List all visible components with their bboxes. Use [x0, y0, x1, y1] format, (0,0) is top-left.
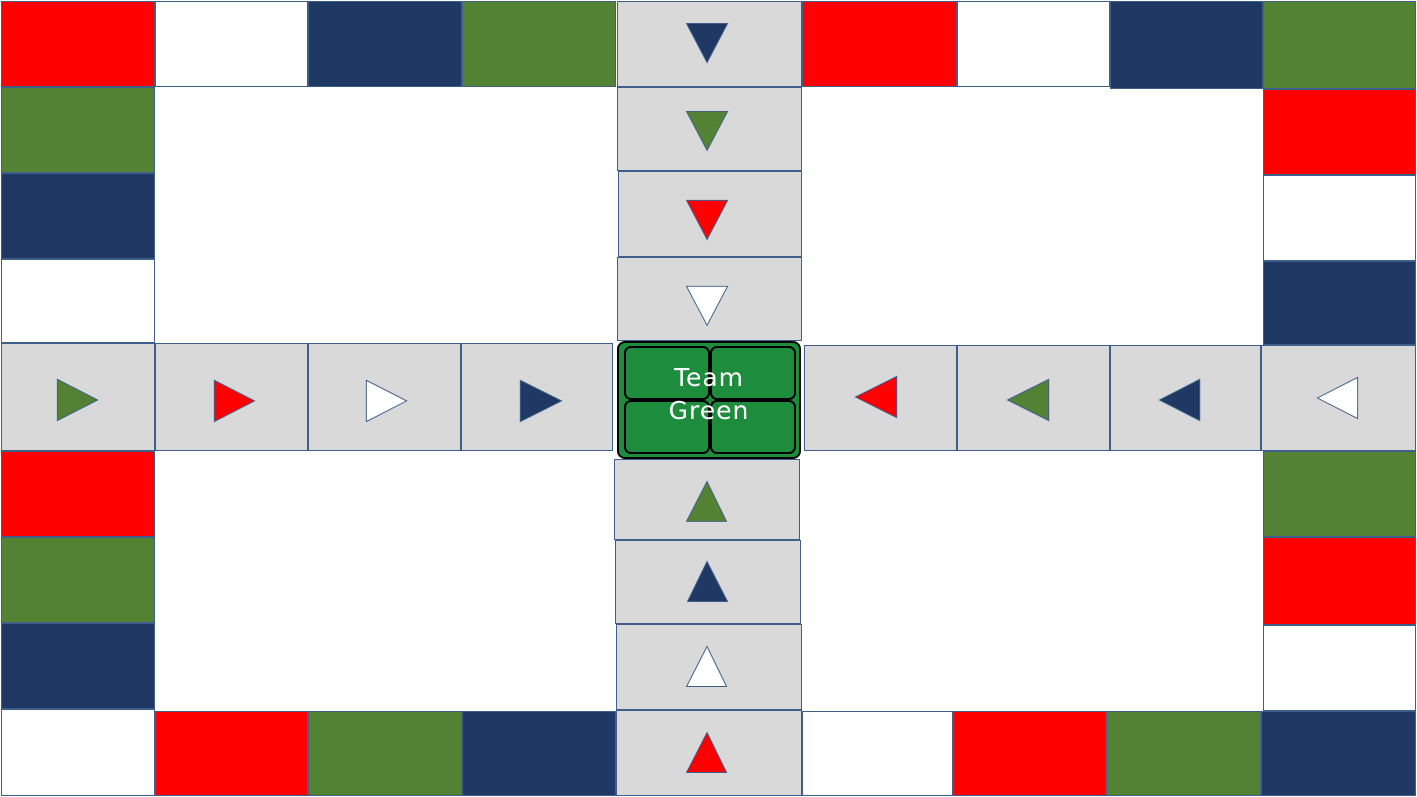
track-square-red[interactable]	[1263, 537, 1416, 625]
track-square-green[interactable]	[308, 711, 462, 796]
track-square-white[interactable]	[1, 259, 155, 343]
arrow-up-white-icon	[685, 645, 728, 688]
track-square-navy[interactable]	[1263, 261, 1416, 345]
lane-square-top[interactable]	[617, 257, 802, 341]
track-square-navy[interactable]	[1110, 1, 1263, 89]
track-square-green[interactable]	[1263, 451, 1416, 537]
track-square-navy[interactable]	[1, 173, 155, 259]
lane-square-right[interactable]	[1261, 345, 1416, 451]
arrow-left-white-icon	[1316, 376, 1359, 420]
arrow-right-red-icon	[213, 379, 256, 423]
track-square-navy[interactable]	[462, 711, 616, 796]
track-square-navy[interactable]	[308, 1, 462, 87]
arrow-right-white-icon	[365, 379, 408, 423]
track-square-green[interactable]	[1263, 1, 1416, 89]
track-square-green[interactable]	[1, 537, 155, 623]
lane-square-top[interactable]	[618, 171, 802, 257]
lane-square-left[interactable]	[308, 343, 461, 451]
track-square-green[interactable]	[1, 87, 155, 173]
game-board: Team Green	[0, 0, 1417, 797]
track-square-green[interactable]	[1106, 711, 1261, 796]
arrow-left-green-icon	[1006, 378, 1050, 422]
track-square-white[interactable]	[957, 1, 1110, 87]
lane-square-left[interactable]	[155, 343, 308, 451]
lane-square-left[interactable]	[1, 343, 155, 451]
arrow-down-white-icon	[685, 285, 729, 327]
track-square-navy[interactable]	[1, 623, 155, 709]
lane-square-bottom[interactable]	[616, 710, 802, 796]
track-square-red[interactable]	[1, 1, 155, 87]
track-square-red[interactable]	[1, 451, 155, 537]
lane-square-right[interactable]	[1110, 345, 1261, 451]
lane-square-left[interactable]	[461, 343, 613, 451]
track-square-red[interactable]	[953, 711, 1106, 796]
track-square-red[interactable]	[802, 1, 957, 87]
team-label-line1: Team	[673, 363, 745, 392]
arrow-down-red-icon	[685, 199, 729, 241]
lane-square-right[interactable]	[957, 345, 1110, 451]
lane-square-right[interactable]	[804, 345, 957, 451]
team-green-home[interactable]: Team Green	[617, 341, 801, 459]
arrow-left-navy-icon	[1158, 378, 1201, 422]
track-square-navy[interactable]	[1261, 711, 1416, 796]
lane-square-bottom[interactable]	[616, 624, 802, 710]
track-square-white[interactable]	[1263, 175, 1416, 261]
arrow-right-navy-icon	[519, 379, 563, 423]
track-square-white[interactable]	[802, 711, 953, 796]
team-label: Team Green	[619, 361, 799, 427]
lane-square-bottom[interactable]	[615, 540, 801, 624]
lane-square-bottom[interactable]	[614, 459, 800, 540]
track-square-green[interactable]	[462, 1, 616, 87]
lane-square-top[interactable]	[617, 1, 802, 87]
lane-square-top[interactable]	[617, 87, 802, 171]
track-square-red[interactable]	[1263, 89, 1416, 175]
arrow-left-red-icon	[854, 375, 898, 419]
track-square-white[interactable]	[155, 1, 308, 87]
track-square-white[interactable]	[1, 709, 155, 796]
arrow-down-navy-icon	[685, 23, 729, 64]
arrow-up-green-icon	[685, 480, 728, 522]
track-square-red[interactable]	[155, 711, 308, 796]
arrow-right-green-icon	[56, 378, 99, 422]
team-label-line2: Green	[668, 396, 750, 425]
arrow-up-red-icon	[685, 731, 728, 774]
track-square-white[interactable]	[1263, 625, 1416, 711]
arrow-down-green-icon	[685, 110, 729, 152]
arrow-up-navy-icon	[686, 560, 729, 603]
